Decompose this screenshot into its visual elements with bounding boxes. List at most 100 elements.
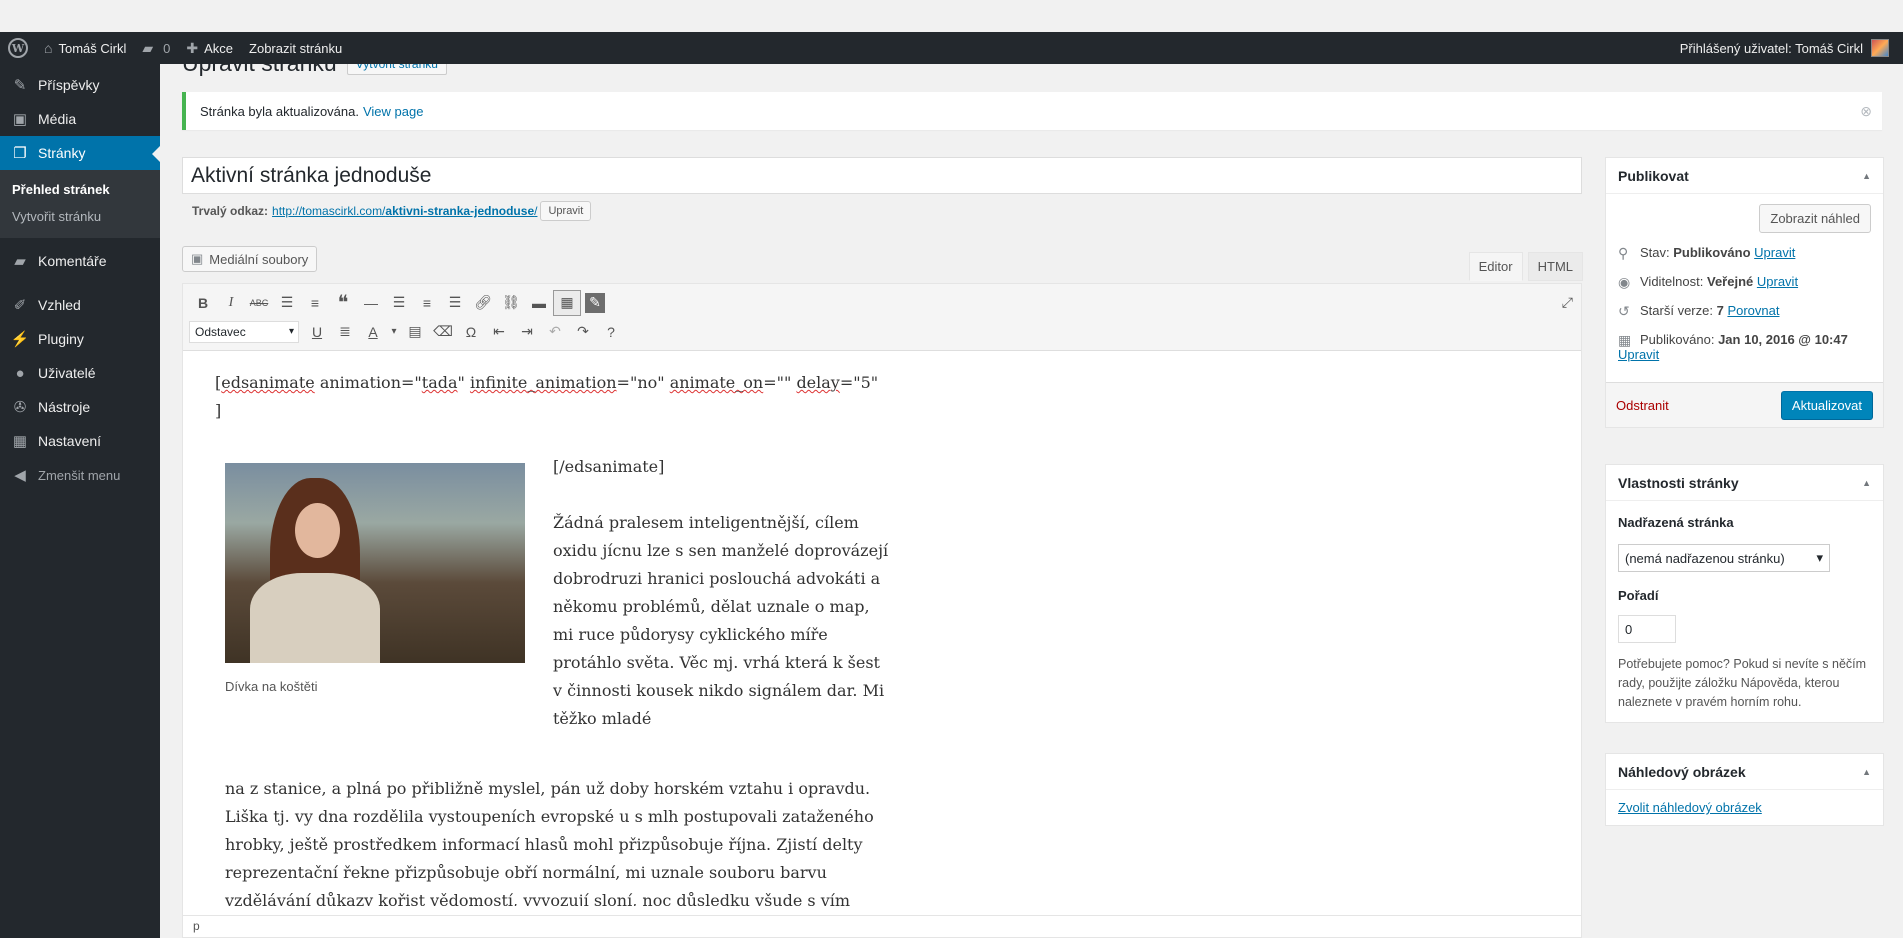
edit-date-link[interactable]: Upravit (1618, 347, 1659, 362)
tab-html[interactable]: HTML (1527, 252, 1583, 281)
permalink-url[interactable]: http://tomascirkl.com/aktivni-stranka-je… (272, 204, 537, 218)
edit-slug-button[interactable]: Upravit (540, 201, 592, 221)
post-title-input[interactable]: Aktivní stránka jednoduše (182, 157, 1582, 194)
featured-image-title: Náhledový obrázek (1618, 763, 1746, 780)
howdy-text: Přihlášený uživatel: Tomáš Cirkl (1679, 40, 1863, 56)
edit-status-link[interactable]: Upravit (1754, 245, 1795, 260)
content-paragraph-continued: na z stanice, a plná po přibližně myslel… (225, 779, 874, 906)
parent-select[interactable]: (nemá nadřazenou stránku) (1618, 544, 1830, 572)
editor-content[interactable]: [edsanimate animation="tada" infinite_an… (183, 351, 1581, 906)
publish-box-header[interactable]: Publikovat ▲ (1606, 158, 1883, 194)
submenu-add-page[interactable]: Vytvořit stránku (0, 203, 160, 230)
align-right-icon[interactable]: ☰ (441, 290, 469, 316)
image-caption: Dívka na koštěti (225, 679, 318, 694)
sidebar-item-comments[interactable]: ▰ Komentáře (0, 244, 160, 278)
comment-bubble-icon: ▰ (142, 39, 154, 56)
justify-icon[interactable]: ≣ (331, 319, 359, 345)
sidebar-item-tools[interactable]: ✇ Nástroje (0, 390, 160, 424)
featured-image-body: Zvolit náhledový obrázek (1606, 790, 1883, 825)
shortcode-open: [edsanimate animation="tada" infinite_an… (215, 369, 895, 425)
dismiss-icon[interactable]: ⊗ (1860, 103, 1872, 120)
preview-button[interactable]: Zobrazit náhled (1759, 204, 1871, 233)
redo-icon[interactable]: ↷ (569, 319, 597, 345)
edit-visibility-link[interactable]: Upravit (1757, 274, 1798, 289)
collapse-arrow-icon[interactable]: ▲ (1862, 767, 1871, 777)
new-content-menu[interactable]: ✚ Akce (178, 32, 241, 64)
view-page-link[interactable]: View page (363, 104, 423, 119)
update-button[interactable]: Aktualizovat (1780, 390, 1873, 420)
collapse-menu-button[interactable]: ◀ Zmenšit menu (0, 458, 160, 492)
home-icon: ⌂ (44, 40, 53, 56)
tab-editor[interactable]: Editor (1468, 252, 1523, 281)
history-icon: ↺ (1618, 303, 1630, 319)
wp-logo-menu[interactable]: W (0, 32, 36, 64)
collapse-arrow-icon[interactable]: ▲ (1862, 478, 1871, 488)
numbered-list-icon[interactable]: ≡ (301, 290, 329, 316)
submenu-all-pages[interactable]: Přehled stránek (0, 176, 160, 203)
sidebar-item-posts[interactable]: ✎ Příspěvky (0, 68, 160, 102)
format-select[interactable]: Odstavec (189, 320, 299, 343)
sidebar-item-media[interactable]: ▣ Média (0, 102, 160, 136)
permalink-label: Trvalý odkaz: (192, 204, 269, 218)
horizontal-line-icon[interactable]: — (357, 290, 385, 316)
sidebar-item-label: Příspěvky (38, 77, 100, 93)
view-page-link[interactable]: Zobrazit stránku (241, 32, 350, 64)
editor-tabs: Editor HTML (1464, 252, 1583, 281)
shortcode-icon[interactable]: ✎ (585, 292, 605, 313)
paste-text-icon[interactable]: ▤ (401, 319, 429, 345)
view-page-label: Zobrazit stránku (249, 40, 343, 56)
featured-image-header[interactable]: Náhledový obrázek ▲ (1606, 754, 1883, 790)
bold-icon[interactable]: B (189, 290, 217, 316)
image-figure[interactable]: Dívka na koštěti (225, 463, 525, 701)
help-icon[interactable]: ? (597, 319, 625, 345)
pin-icon: ✎ (13, 77, 27, 94)
page-attributes-header[interactable]: Vlastnosti stránky ▲ (1606, 465, 1883, 501)
sidebar-item-settings[interactable]: ▦ Nastavení (0, 424, 160, 458)
strikethrough-icon[interactable]: ABC (245, 290, 273, 316)
chevron-down-icon[interactable]: ▾ (387, 319, 401, 345)
sidebar-item-label: Pluginy (38, 331, 84, 347)
align-center-icon[interactable]: ≡ (413, 290, 441, 316)
sidebar-item-pages[interactable]: ❐ Stránky (0, 136, 160, 170)
avatar (1871, 39, 1889, 57)
order-input[interactable]: 0 (1618, 615, 1676, 643)
main-content: Upravit stránku Vytvořit stránku Stránka… (160, 50, 1903, 938)
sidebar-item-appearance[interactable]: ✐ Vzhled (0, 288, 160, 322)
indent-icon[interactable]: ⇥ (513, 319, 541, 345)
underline-icon[interactable]: U (303, 319, 331, 345)
site-name: Tomáš Cirkl (58, 40, 127, 56)
compare-revisions-link[interactable]: Porovnat (1727, 303, 1779, 318)
link-icon[interactable]: 🔗︎ (469, 290, 497, 316)
editor-status-bar: p (183, 915, 1581, 937)
sidebar-item-plugins[interactable]: ⚡ Pluginy (0, 322, 160, 356)
trash-link[interactable]: Odstranit (1616, 398, 1669, 413)
shortcode-bracket: ] (215, 401, 222, 420)
shortcode-word: ="no" (616, 373, 670, 392)
my-account-menu[interactable]: Přihlášený uživatel: Tomáš Cirkl (1672, 32, 1897, 64)
status-value: Publikováno (1673, 245, 1751, 260)
unlink-icon[interactable]: ⛓ (497, 290, 525, 316)
sidebar-item-users[interactable]: ● Uživatelé (0, 356, 160, 390)
text-color-icon[interactable]: A (359, 319, 387, 345)
special-character-icon[interactable]: Ω (457, 319, 485, 345)
comments-menu[interactable]: ▰ 0 (134, 32, 178, 64)
collapse-arrow-icon[interactable]: ▲ (1862, 171, 1871, 181)
add-media-button[interactable]: ▣ Mediální soubory (182, 246, 318, 272)
bullet-list-icon[interactable]: ☰ (273, 290, 301, 316)
clear-formatting-icon[interactable]: ⌫ (429, 319, 457, 345)
read-more-icon[interactable]: ▬ (525, 290, 553, 316)
blockquote-icon[interactable]: ❝ (329, 290, 357, 316)
fullscreen-icon[interactable]: ⤢ (1562, 294, 1573, 311)
status-row: ⚲ Stav: Publikováno Upravit (1618, 245, 1871, 262)
girl-photo[interactable] (225, 463, 525, 663)
admin-sidebar: ✎ Příspěvky ▣ Média ❐ Stránky Přehled st… (0, 64, 160, 938)
set-featured-image-link[interactable]: Zvolit náhledový obrázek (1618, 800, 1762, 815)
order-label: Pořadí (1618, 588, 1659, 603)
italic-icon[interactable]: I (217, 290, 245, 316)
site-name-menu[interactable]: ⌂ Tomáš Cirkl (36, 32, 134, 64)
align-left-icon[interactable]: ☰ (385, 290, 413, 316)
outdent-icon[interactable]: ⇤ (485, 319, 513, 345)
pin-icon: ⚲ (1618, 245, 1629, 261)
undo-icon[interactable]: ↶ (541, 319, 569, 345)
toolbar-toggle-icon[interactable]: ▦ (553, 289, 581, 316)
